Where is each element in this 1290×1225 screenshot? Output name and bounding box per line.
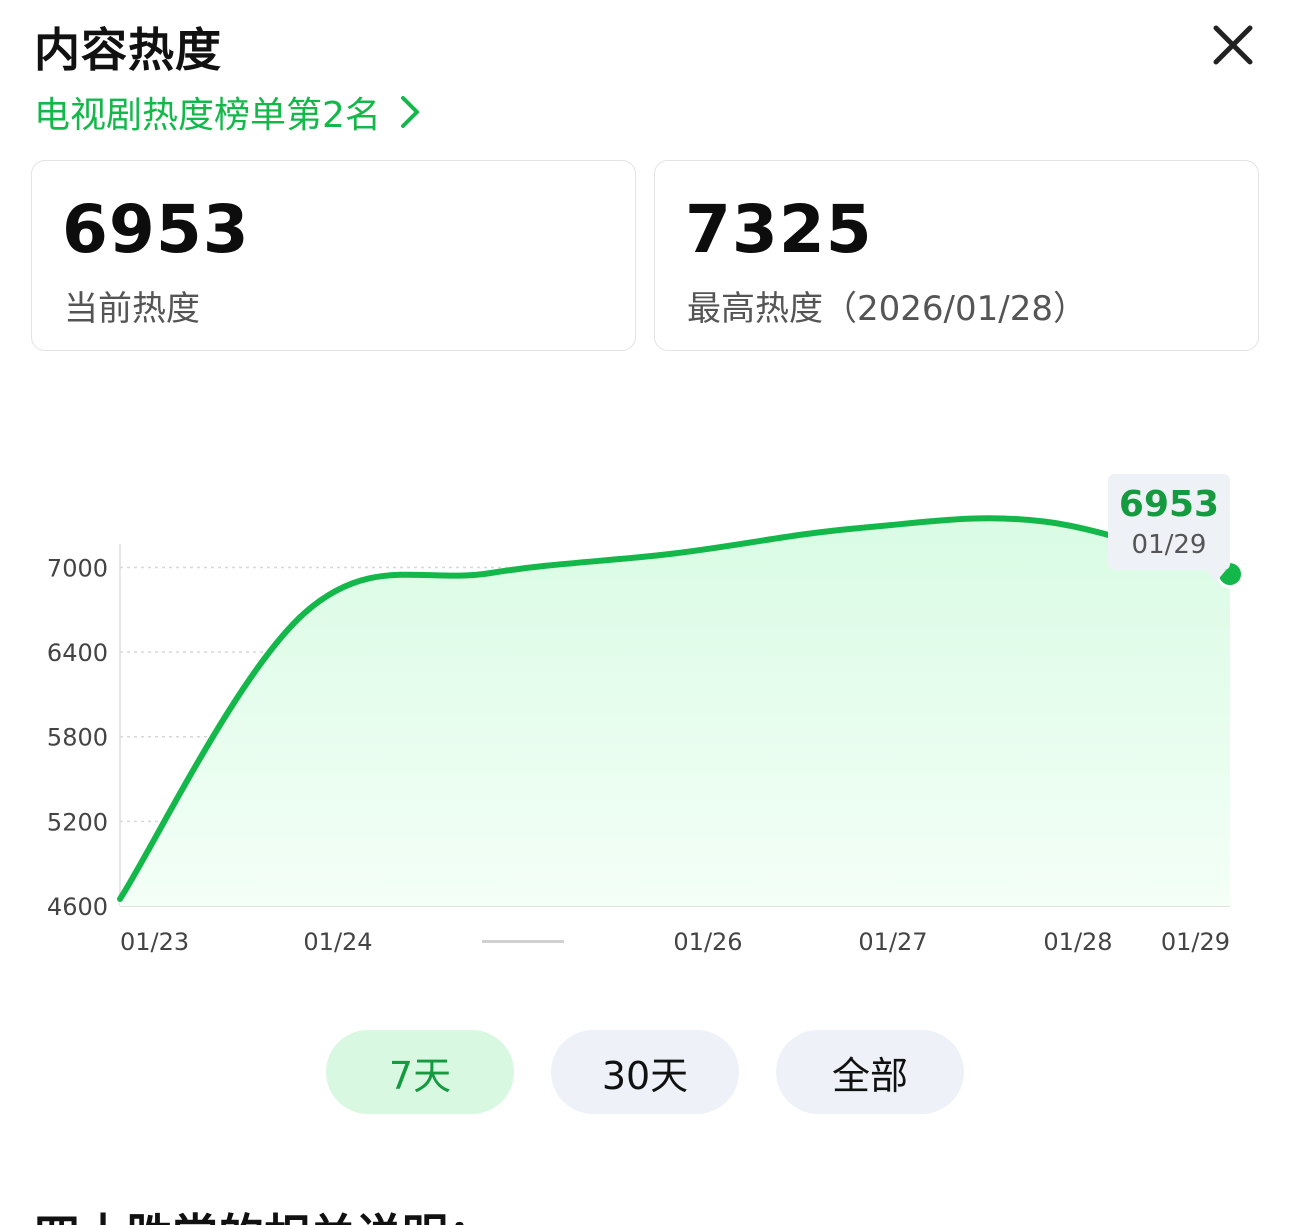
x-tick-label: 01/28: [1043, 928, 1112, 956]
x-tick-label-blank: [482, 940, 564, 943]
page-title: 内容热度: [34, 23, 222, 77]
tab-all[interactable]: 全部: [776, 1030, 964, 1114]
chart-tooltip: 6953 01/29: [1108, 474, 1230, 582]
rank-link-label: 电视剧热度榜单第2名: [34, 95, 381, 136]
section-heading: 四十胜常的相关说明：: [34, 1200, 494, 1225]
chevron-right-icon: [400, 96, 419, 128]
series-area: [120, 518, 1230, 906]
peak-heat-card: 7325 最高热度（2026/01/28）: [654, 160, 1259, 351]
heat-panel: 内容热度 电视剧热度榜单第2名 6953 当前热度 7325 最高热度（2026…: [0, 0, 1290, 1225]
tab-30-days[interactable]: 30天: [551, 1030, 739, 1114]
current-heat-label: 当前热度: [64, 289, 200, 329]
y-tick-label: 5200: [47, 808, 108, 836]
x-tick-label: 01/23: [120, 928, 189, 956]
x-tick-label: 01/29: [1161, 928, 1230, 956]
y-tick-label: 4600: [47, 893, 108, 921]
x-tick-label: 01/26: [673, 928, 742, 956]
heat-chart-svg: 4600 5200 5800 6400 7000 01/23 01/24 01/26 01/27…: [47, 515, 1244, 956]
tab-7-days[interactable]: 7天: [326, 1030, 514, 1114]
y-tick-label: 5800: [47, 724, 108, 752]
heat-chart: 4600 5200 5800 6400 7000 01/23 01/24 01/26 01/27…: [0, 460, 1290, 970]
peak-heat-value: 7325: [685, 191, 873, 268]
x-tick-label: 01/24: [303, 928, 372, 956]
y-tick-label: 6400: [47, 639, 108, 667]
x-tick-label: 01/27: [858, 928, 927, 956]
peak-heat-label: 最高热度（2026/01/28）: [687, 289, 1087, 329]
tooltip-date: 01/29: [1131, 530, 1207, 560]
tooltip-value: 6953: [1118, 484, 1220, 525]
y-tick-label: 7000: [47, 554, 108, 582]
close-button[interactable]: [1206, 18, 1260, 72]
current-heat-value: 6953: [62, 191, 250, 268]
close-icon: [1213, 25, 1253, 65]
current-heat-card: 6953 当前热度: [31, 160, 636, 351]
rank-link[interactable]: 电视剧热度榜单第2名: [34, 86, 425, 138]
